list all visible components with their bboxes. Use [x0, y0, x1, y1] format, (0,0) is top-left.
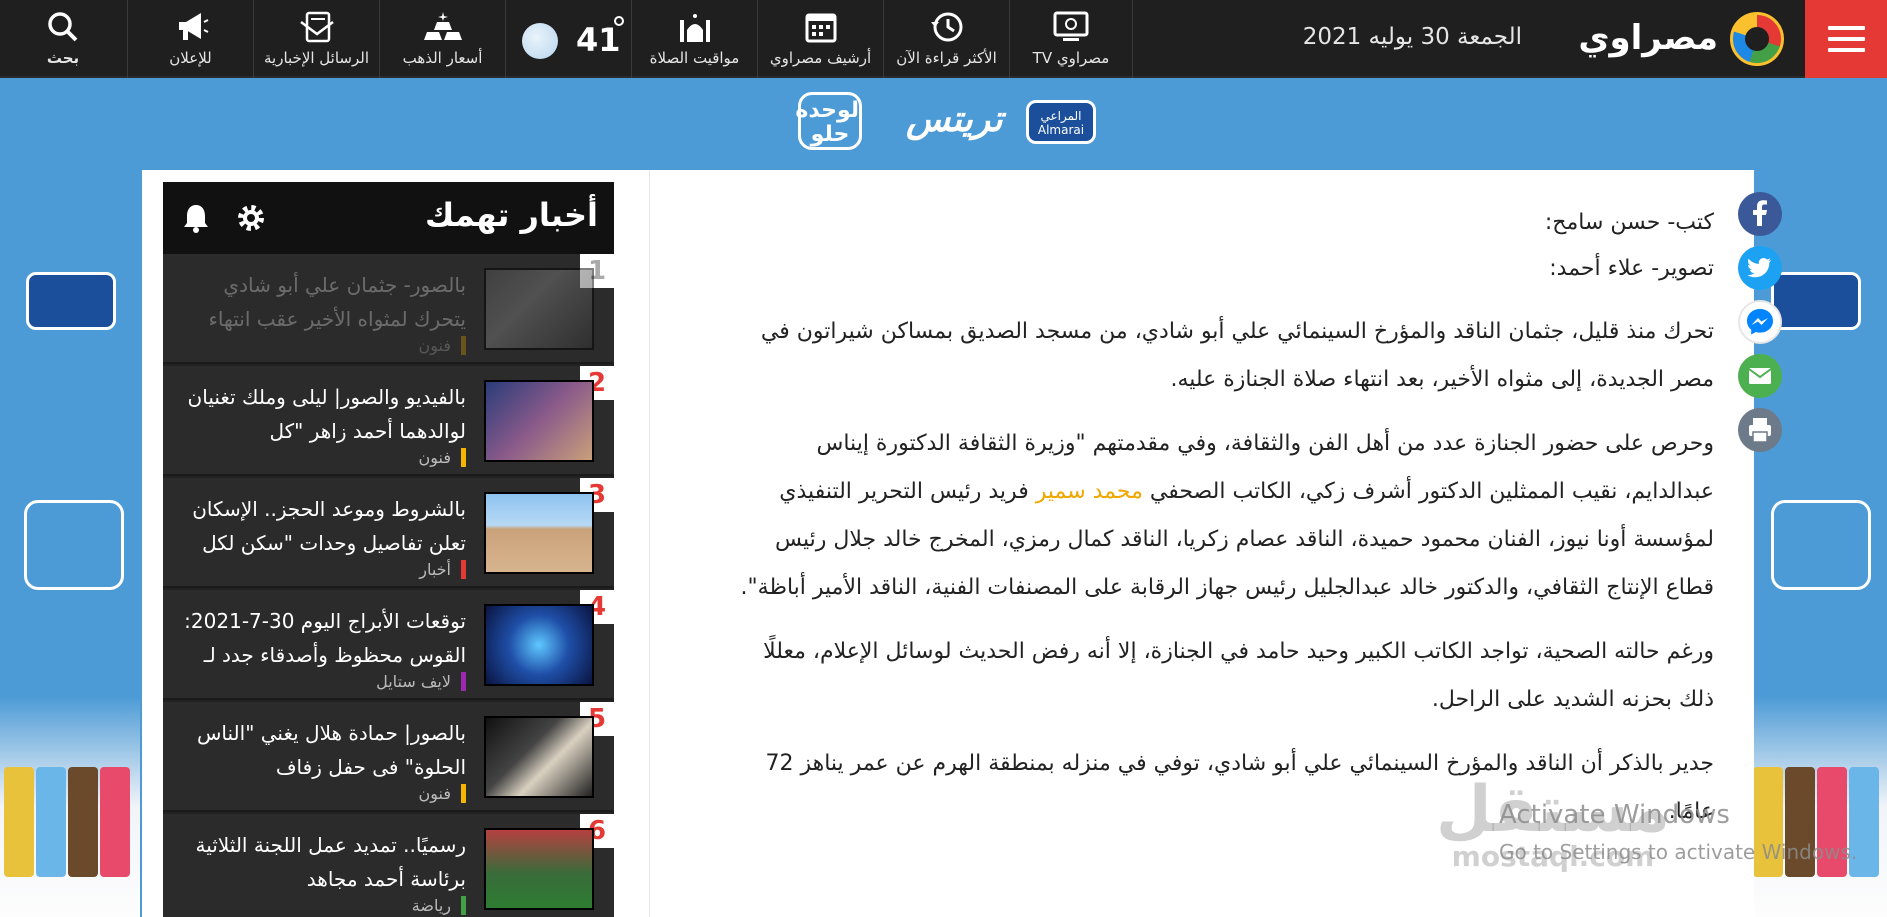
- nav-item-label: الرسائل الإخبارية: [263, 49, 369, 67]
- news-title: بالفيديو والصور| ليلى وملك تغنيان لوالده…: [187, 385, 466, 443]
- almarai-logo: المراعي Almarai: [1026, 100, 1096, 144]
- article-text: كتب- حسن سامح: تصوير- علاء أحمد: تحرك من…: [709, 170, 1754, 836]
- gold-icon: [423, 10, 463, 44]
- news-title: رسميًا.. تمديد عمل اللجنة الثلاثية برئاس…: [195, 833, 466, 891]
- news-category: فنون: [419, 448, 466, 467]
- product-bottle: [4, 767, 34, 877]
- treats-brand-text: تريتس: [906, 98, 1003, 140]
- related-news-sidebar: أخبار تهمك 1 بالصور- جثمان علي أبو شادي …: [163, 182, 614, 917]
- mosque-icon: [675, 10, 715, 44]
- nav-item-advertise[interactable]: للإعلان: [127, 0, 253, 78]
- article-photographer: تصوير- علاء أحمد:: [1549, 256, 1714, 281]
- news-thumbnail: [484, 716, 594, 798]
- hamburger-menu-button[interactable]: [1805, 0, 1887, 78]
- twitter-icon: [1747, 258, 1771, 278]
- product-bottle: [68, 767, 98, 877]
- messenger-share-button[interactable]: [1738, 300, 1782, 344]
- news-title: بالصور| حمادة هلال يغني "الناس الحلوة" ف…: [197, 721, 466, 779]
- news-category: فنون: [419, 784, 466, 803]
- sidebar-title: أخبار تهمك: [424, 196, 598, 234]
- print-icon: [1749, 418, 1771, 443]
- megaphone-icon: [171, 10, 211, 44]
- nav-item-masrawy-tv[interactable]: مصراوي TV: [1009, 0, 1133, 78]
- news-category: رياضة: [412, 896, 466, 915]
- facebook-share-button[interactable]: [1738, 192, 1782, 236]
- news-thumbnail: [484, 492, 594, 574]
- news-category: فنون: [419, 336, 466, 355]
- nav-item-label: بحث: [46, 49, 80, 67]
- email-icon: [1748, 368, 1772, 384]
- current-date: الجمعة 30 يوليه 2021: [1302, 24, 1522, 50]
- search-button[interactable]: بحث: [0, 0, 126, 78]
- nav-item-label: أسعار الذهب: [402, 49, 483, 67]
- activate-windows-subtitle: Go to Settings to activate Windows.: [1499, 840, 1858, 864]
- slogan-badge: [1771, 500, 1871, 590]
- top-navigation-bar: مصراوي الجمعة 30 يوليه 2021 مصراوي TV ال…: [0, 0, 1887, 78]
- moon-icon: [522, 23, 558, 59]
- nav-item-archive[interactable]: أرشيف مصراوي: [757, 0, 883, 78]
- facebook-icon: [1753, 200, 1767, 226]
- activate-windows-title: Activate Windows: [1499, 800, 1730, 830]
- news-title: توقعات الأبراج اليوم 30-7-2021: القوس مح…: [184, 609, 466, 667]
- nav-item-label: أرشيف مصراوي: [769, 49, 872, 67]
- nav-item-label: للإعلان: [169, 49, 212, 67]
- slogan-badge: لوحده حلو: [795, 92, 862, 150]
- news-thumbnail: [484, 268, 594, 350]
- top-advertisement[interactable]: المراعي Almarai تريتس لوحده حلو: [0, 80, 1887, 170]
- nav-item-gold-prices[interactable]: أسعار الذهب: [379, 0, 505, 78]
- news-title: بالصور- جثمان علي أبو شادي يتحرك لمثواه …: [208, 273, 466, 331]
- menu-line: [1828, 37, 1865, 41]
- article-paragraph: وحرص على حضور الجنازة عدد من أهل الفن وا…: [739, 420, 1714, 612]
- person-link[interactable]: محمد سمير: [1036, 479, 1143, 504]
- article-paragraph: تحرك منذ قليل، جثمان الناقد والمؤرخ السي…: [760, 319, 1714, 392]
- slogan-badge: [24, 500, 124, 590]
- menu-line: [1828, 26, 1865, 30]
- nav-item-label: مصراوي TV: [1032, 49, 1110, 67]
- article-author: كتب- حسن سامح:: [1544, 210, 1714, 235]
- product-bottle: [36, 767, 66, 877]
- menu-line: [1828, 48, 1865, 52]
- calendar-icon: [801, 10, 841, 44]
- share-buttons: [1738, 192, 1786, 462]
- news-title: بالشروط وموعد الحجز.. الإسكان تعلن تفاصي…: [192, 497, 466, 555]
- logo-text: مصراوي: [1578, 18, 1718, 58]
- weather-temperature: 41: [576, 21, 621, 59]
- news-item[interactable]: 6 رسميًا.. تمديد عمل اللجنة الثلاثية برئ…: [163, 814, 614, 917]
- twitter-share-button[interactable]: [1738, 246, 1782, 290]
- news-item[interactable]: 2 بالفيديو والصور| ليلى وملك تغنيان لوال…: [163, 366, 614, 476]
- news-item[interactable]: 4 توقعات الأبراج اليوم 30-7-2021: القوس …: [163, 590, 614, 700]
- degree-symbol: [614, 16, 624, 26]
- site-logo[interactable]: مصراوي: [1544, 12, 1784, 66]
- article-paragraph: ورغم حالته الصحية، تواجد الكاتب الكبير و…: [763, 639, 1714, 712]
- nav-item-most-read[interactable]: الأكثر قراءة الآن: [883, 0, 1009, 78]
- nav-item-label: الأكثر قراءة الآن: [896, 49, 997, 67]
- bell-icon[interactable]: [181, 202, 211, 234]
- left-side-advertisement[interactable]: [0, 170, 140, 917]
- sidebar-header: أخبار تهمك: [163, 182, 614, 254]
- product-bottle: [100, 767, 130, 877]
- news-thumbnail: [484, 828, 594, 910]
- tv-icon: [1051, 10, 1091, 44]
- news-category: أخبار: [419, 560, 466, 579]
- messenger-icon: [1747, 309, 1773, 335]
- email-share-button[interactable]: [1738, 354, 1782, 398]
- nav-item-prayer-times[interactable]: مواقيت الصلاة: [631, 0, 757, 78]
- print-button[interactable]: [1738, 408, 1782, 452]
- nav-item-newsletters[interactable]: الرسائل الإخبارية: [253, 0, 379, 78]
- weather-widget[interactable]: 41: [505, 0, 630, 78]
- history-icon: [927, 10, 967, 44]
- news-item[interactable]: 1 بالصور- جثمان علي أبو شادي يتحرك لمثوا…: [163, 254, 614, 364]
- news-item[interactable]: 3 بالشروط وموعد الحجز.. الإسكان تعلن تفا…: [163, 478, 614, 588]
- news-item[interactable]: 5 بالصور| حمادة هلال يغني "الناس الحلوة"…: [163, 702, 614, 812]
- gear-icon[interactable]: [235, 202, 267, 234]
- news-thumbnail: [484, 604, 594, 686]
- almarai-logo: [26, 272, 116, 330]
- nav-item-label: مواقيت الصلاة: [649, 49, 740, 67]
- logo-icon: [1730, 12, 1784, 66]
- news-category: لايف ستايل: [376, 672, 466, 691]
- search-icon: [43, 10, 83, 44]
- news-thumbnail: [484, 380, 594, 462]
- newsletter-icon: [297, 10, 337, 44]
